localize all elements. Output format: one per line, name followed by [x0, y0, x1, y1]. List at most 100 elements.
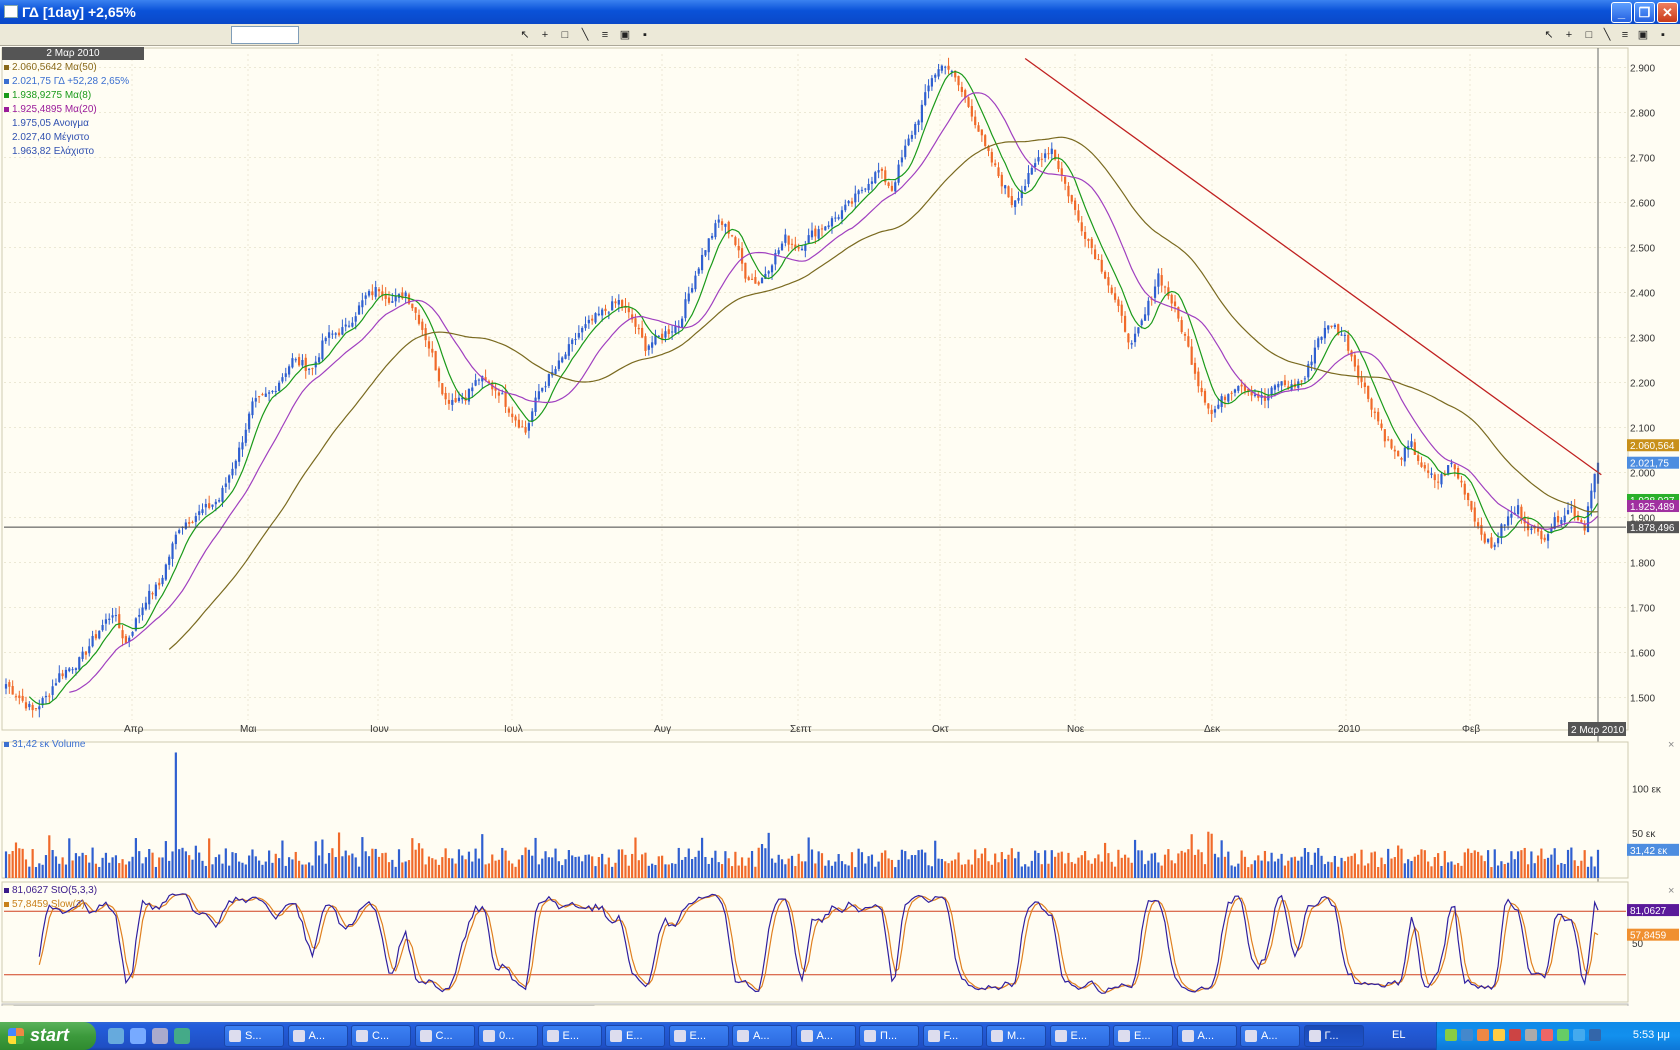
volume-bar [394, 866, 397, 878]
taskbar-button-16[interactable]: A... [1240, 1025, 1300, 1047]
taskbar-button-1[interactable]: A... [287, 1025, 348, 1047]
candle-body [88, 646, 91, 654]
volume-bar [1317, 848, 1320, 878]
volume-bar [857, 848, 860, 878]
line-tool-icon-2[interactable]: ╲ [1600, 28, 1614, 42]
restore-button[interactable]: ❐ [1634, 2, 1655, 23]
candle-body [1187, 336, 1190, 347]
taskbar-button-2[interactable]: C... [351, 1025, 411, 1047]
volume-bar [151, 852, 154, 878]
crosshair-tool-icon[interactable]: + [538, 28, 552, 42]
tray-icon-3[interactable] [1477, 1029, 1489, 1041]
volume-bar [904, 851, 907, 878]
volume-bar [521, 855, 524, 878]
taskbar-button-3[interactable]: C... [414, 1025, 475, 1047]
taskbar-button-9[interactable]: A... [795, 1025, 856, 1047]
quicklaunch-ie-icon[interactable] [108, 1028, 124, 1044]
tray-icon-2[interactable] [1461, 1029, 1473, 1041]
date-box: 2 Μαρ 2010 [2, 47, 144, 60]
quicklaunch-refresh-icon[interactable] [174, 1028, 190, 1044]
volume-bar [287, 857, 291, 878]
rectangle-tool-icon[interactable]: □ [558, 28, 572, 42]
lines-tool-icon-2[interactable]: ≡ [1618, 28, 1632, 42]
quicklaunch-app-icon[interactable] [130, 1028, 146, 1044]
tray-icon-1[interactable] [1445, 1029, 1457, 1041]
lines-tool-icon[interactable]: ≡ [598, 28, 612, 42]
candle-body [1360, 377, 1363, 382]
candle-body [457, 397, 461, 402]
volume-bar [1546, 857, 1550, 878]
volume-bar [611, 866, 614, 878]
chart-area[interactable]: 1.5001.6001.7001.8001.9002.0002.1002.200… [0, 46, 1680, 1006]
volume-bar [730, 866, 734, 878]
x-tick-label: Σεπτ [790, 724, 812, 735]
taskbar-button-11[interactable]: F... [922, 1025, 983, 1047]
candle-body [824, 226, 827, 231]
save-icon-2[interactable]: ▪ [1656, 28, 1670, 42]
candle-body [914, 124, 917, 135]
volume-bar [997, 862, 1000, 878]
volume-bar [784, 864, 787, 878]
candle-body [501, 393, 504, 395]
save-icon[interactable]: ▪ [638, 28, 652, 42]
taskbar-app-icon [1118, 1030, 1130, 1042]
minimize-button[interactable]: _ [1611, 2, 1632, 23]
close-button[interactable]: ✕ [1657, 2, 1678, 23]
candle-body [804, 244, 807, 251]
candle-body [1000, 174, 1003, 187]
taskbar-button-17[interactable]: Γ... [1303, 1025, 1364, 1047]
taskbar-button-10[interactable]: Π... [859, 1025, 919, 1047]
legend-row-1: 2.021,75 ΓΔ +52,28 2,65% [4, 75, 129, 89]
start-button[interactable]: start [0, 1022, 96, 1050]
taskbar-button-0[interactable]: S... [224, 1025, 284, 1047]
volume-bar [744, 865, 747, 878]
chart-type-icon-2[interactable]: ▣ [1636, 28, 1650, 42]
volume-bar [441, 857, 444, 878]
candle-body [724, 223, 727, 227]
symbol-input[interactable] [231, 26, 299, 44]
pointer-tool-icon-2[interactable]: ↖ [1542, 28, 1556, 42]
volume-bar [21, 848, 24, 878]
volume-bar [927, 865, 930, 878]
taskbar-button-15[interactable]: A... [1176, 1025, 1237, 1047]
language-indicator[interactable]: EL [1392, 1029, 1405, 1041]
taskbar-button-6[interactable]: E... [605, 1025, 665, 1047]
taskbar-button-7[interactable]: E... [668, 1025, 729, 1047]
tray-icon-9[interactable] [1573, 1029, 1585, 1041]
tray-icon-7[interactable] [1541, 1029, 1553, 1041]
candle-body [284, 373, 287, 377]
chart-type-icon[interactable]: ▣ [618, 28, 632, 42]
candle-body [1440, 474, 1443, 485]
taskbar-button-5[interactable]: E... [541, 1025, 602, 1047]
quicklaunch-tool-icon[interactable] [152, 1028, 168, 1044]
candle-body [897, 164, 900, 183]
candle-body [601, 309, 604, 316]
x-tick-label: Νοε [1067, 724, 1085, 735]
line-tool-icon[interactable]: ╲ [578, 28, 592, 42]
candle-body [274, 390, 277, 392]
tray-icon-5[interactable] [1509, 1029, 1521, 1041]
candle-body [864, 188, 867, 190]
tray-icon-8[interactable] [1557, 1029, 1569, 1041]
tray-icon-4[interactable] [1493, 1029, 1505, 1041]
pointer-tool-icon[interactable]: ↖ [518, 28, 532, 42]
chart-toolbar: ↖ + □ ╲ ≡ ▣ ▪ ↖ + □ ╲ ≡ ▣ ▪ [0, 24, 1680, 46]
candle-body [427, 341, 431, 349]
taskbar-button-14[interactable]: E... [1113, 1025, 1173, 1047]
candle-body [21, 695, 24, 701]
taskbar-button-4[interactable]: 0... [478, 1025, 538, 1047]
volume-bar [251, 849, 254, 878]
volume-bar [1203, 864, 1207, 878]
taskbar-button-13[interactable]: E... [1049, 1025, 1110, 1047]
volume-bar [1513, 859, 1516, 878]
volume-bar [1307, 852, 1310, 878]
candle-body [1087, 239, 1090, 241]
taskbar-button-8[interactable]: A... [732, 1025, 792, 1047]
tray-icon-10[interactable] [1589, 1029, 1601, 1041]
candle-body [467, 388, 471, 402]
crosshair-tool-icon-2[interactable]: + [1562, 28, 1576, 42]
tray-icon-6[interactable] [1525, 1029, 1537, 1041]
rectangle-tool-icon-2[interactable]: □ [1582, 28, 1596, 42]
taskbar-button-12[interactable]: M... [986, 1025, 1046, 1047]
volume-bar [1526, 864, 1530, 878]
